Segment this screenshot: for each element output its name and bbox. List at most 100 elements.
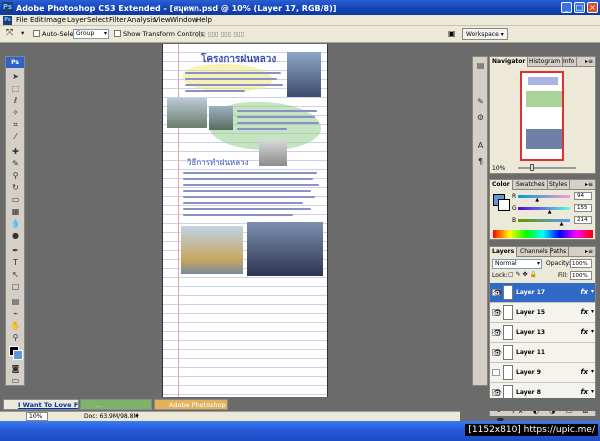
layer-row[interactable]: 👁 Layer 11 [490,343,595,363]
color-spectrum-bar[interactable] [493,230,593,238]
visibility-eye-icon[interactable]: 👁 [492,349,502,357]
shape-tool-icon[interactable]: □ [10,281,21,292]
tab-swatches[interactable]: Swatches [514,180,548,190]
tab-color[interactable]: Color [490,180,513,190]
tab-channels[interactable]: Channels [518,247,551,257]
eyedropper-tool-icon[interactable]: ⌁ [10,308,21,319]
ps-menu-icon[interactable]: Ps [3,16,12,25]
taskbar-item[interactable]: I Want To Love Fr... [3,399,79,410]
pen-tool-icon[interactable]: ✒ [10,245,21,256]
crop-tool-icon[interactable]: ⌗ [10,119,21,130]
menu-view[interactable]: View [154,16,171,24]
color-b-field[interactable]: 214 [574,216,592,224]
tab-navigator[interactable]: Navigator [490,57,529,67]
tab-layers[interactable]: Layers [490,247,518,257]
color-background-swatch[interactable] [498,199,510,211]
status-zoom-field[interactable]: 10% [26,412,48,421]
expand-effects-icon[interactable]: ▾ [591,388,594,395]
tool-presets-icon[interactable]: ⚙ [476,113,485,122]
layer-effects-icon[interactable]: fx [580,308,588,316]
tab-histogram[interactable]: Histogram [527,57,564,67]
layer-row[interactable]: 👁 Layer 9 fx ▾ [490,363,595,383]
navigator-zoom-slider[interactable] [518,167,576,169]
layer-row[interactable]: 👁 Layer 15 fx ▾ [490,303,595,323]
show-transform-checkbox[interactable] [114,30,121,37]
menu-layer[interactable]: Layer [67,16,87,24]
healing-brush-tool-icon[interactable]: ✚ [10,146,21,157]
eraser-tool-icon[interactable]: ▭ [10,194,21,205]
menu-help[interactable]: Help [196,16,212,24]
blur-tool-icon[interactable]: 💧 [10,218,21,229]
visibility-eye-icon[interactable]: 👁 [492,389,502,397]
blend-mode-dropdown[interactable]: Normal [492,259,542,269]
layer-row[interactable]: 👁 Layer 13 fx ▾ [490,323,595,343]
navigator-preview[interactable] [520,71,564,161]
color-g-slider[interactable] [518,207,570,210]
layer-effects-icon[interactable]: fx [580,368,588,376]
menu-analysis[interactable]: Analysis [127,16,156,24]
layer-effects-icon[interactable]: fx [580,288,588,296]
visibility-eye-icon[interactable]: 👁 [492,369,500,376]
visibility-eye-icon[interactable]: 👁 [492,329,502,337]
brush-tool-icon[interactable]: ✎ [10,158,21,169]
menu-window[interactable]: Window [170,16,198,24]
panel-menu-icon[interactable]: ▸≡ [585,57,593,67]
layer-effects-icon[interactable]: fx [580,388,588,396]
menu-edit[interactable]: Edit [30,16,44,24]
background-color-swatch[interactable] [13,350,23,360]
tab-styles[interactable]: Styles [547,180,571,190]
tool-preset-arrow-icon[interactable]: ▾ [21,29,24,37]
maximize-button[interactable]: □ [574,2,585,13]
paragraph-panel-icon[interactable]: ¶ [476,157,485,166]
status-menu-arrow-icon[interactable]: ▸ [136,412,139,419]
gradient-tool-icon[interactable]: ▦ [10,206,21,217]
auto-select-checkbox[interactable] [33,30,40,37]
align-buttons-icon[interactable]: ▯▯▯ ▯▯▯ ▯▯▯ ▯▯▯ [195,30,244,38]
expand-effects-icon[interactable]: ▾ [591,328,594,335]
expand-effects-icon[interactable]: ▾ [591,368,594,375]
expand-effects-icon[interactable]: ▾ [591,308,594,315]
hand-tool-icon[interactable]: ✋ [10,320,21,331]
taskbar-item[interactable]: ... [80,399,152,410]
character-panel-icon[interactable]: A [476,141,485,150]
panel-menu-icon[interactable]: ▸≡ [585,180,593,190]
panel-menu-icon[interactable]: ▸≡ [585,247,593,257]
notes-tool-icon[interactable]: ▤ [10,296,21,307]
visibility-eye-icon[interactable]: 👁 [492,289,502,297]
slice-tool-icon[interactable]: ⁄ [10,131,21,142]
minimize-button[interactable]: _ [561,2,572,13]
menu-image[interactable]: Image [44,16,66,24]
lock-icons[interactable]: ▢ ✎ ✥ 🔒 [508,271,537,278]
clone-stamp-tool-icon[interactable]: ⚲ [10,170,21,181]
expand-effects-icon[interactable]: ▾ [591,288,594,295]
dodge-tool-icon[interactable]: ● [10,230,21,241]
menu-file[interactable]: File [16,16,28,24]
color-g-slider-marker[interactable]: ▲ [548,209,552,215]
history-panel-icon[interactable]: ▤ [476,61,485,70]
opacity-field[interactable]: 100% [570,259,592,268]
magic-wand-tool-icon[interactable]: ✧ [10,107,21,118]
color-r-field[interactable]: 94 [574,192,592,200]
layer-row[interactable]: 👁 Layer 17 fx ▾ [490,283,595,303]
color-r-slider[interactable] [518,195,570,198]
layer-effects-icon[interactable]: fx [580,328,588,336]
move-tool-icon[interactable]: ➤ [10,71,21,82]
visibility-eye-icon[interactable]: 👁 [492,309,502,317]
navigator-slider-thumb[interactable] [530,164,534,171]
brushes-panel-icon[interactable]: ✎ [476,97,485,106]
tab-info[interactable]: Info [561,57,578,67]
screen-mode-icon[interactable]: ▭ [10,375,21,386]
type-tool-icon[interactable]: T [10,257,21,268]
menu-select[interactable]: Select [87,16,109,24]
path-selection-tool-icon[interactable]: ↖ [10,269,21,280]
tab-paths[interactable]: Paths [548,247,570,257]
color-b-slider-marker[interactable]: ▲ [560,221,564,227]
lasso-tool-icon[interactable]: ℓ [10,95,21,106]
workspace-dropdown[interactable]: Workspace ▾ [462,28,508,40]
marquee-tool-icon[interactable]: ⬚ [10,83,21,94]
auto-select-dropdown[interactable]: Group [73,29,109,39]
color-g-field[interactable]: 155 [574,204,592,212]
palette-well-icon[interactable]: ▣ [448,29,456,38]
taskbar-item[interactable]: Adobe Photoshop CS3 ... [154,399,228,410]
fill-field[interactable]: 100% [570,271,592,280]
